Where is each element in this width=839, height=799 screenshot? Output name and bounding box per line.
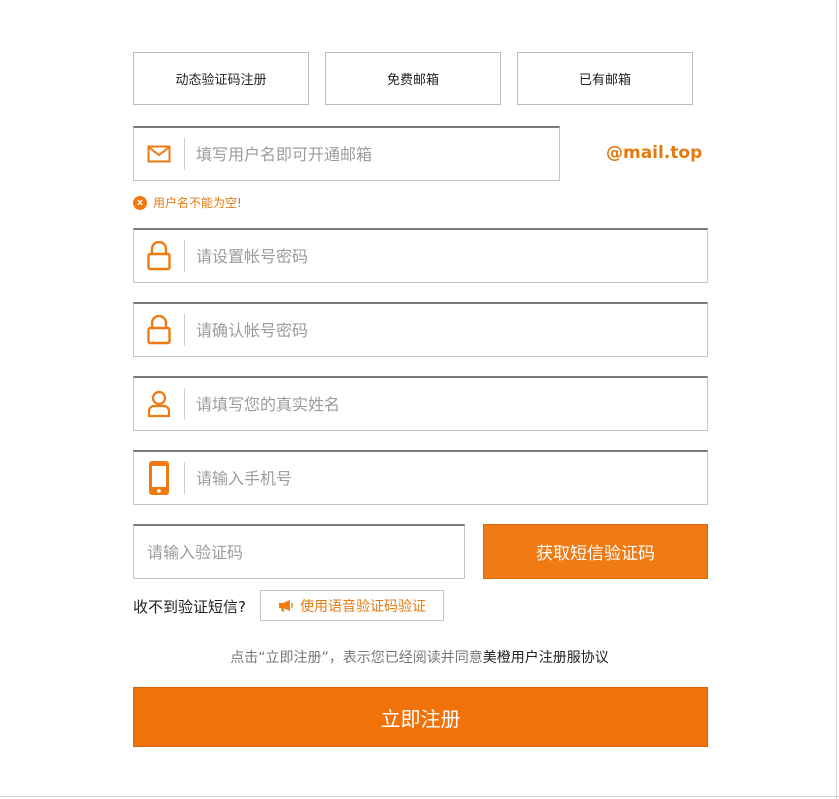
username-error: x 用户名不能为空! xyxy=(133,194,242,211)
confirm-password-field xyxy=(133,302,708,357)
agreement-prefix: 点击“立即注册”，表示您已经阅读并同意 xyxy=(230,650,483,666)
agreement-text: 点击“立即注册”，表示您已经阅读并同意美橙用户注册服协议 xyxy=(0,647,839,667)
phone-field xyxy=(133,450,708,505)
page-edge-bottom xyxy=(0,796,839,797)
mail-icon xyxy=(134,128,184,180)
tab-existing-mailbox[interactable]: 已有邮箱 xyxy=(517,52,693,105)
real-name-field xyxy=(133,376,708,431)
phone-icon xyxy=(134,452,184,504)
no-sms-label: 收不到验证短信? xyxy=(133,598,246,616)
domain-suffix: @mail.top xyxy=(606,143,703,163)
phone-input[interactable] xyxy=(185,452,707,504)
error-message: 用户名不能为空! xyxy=(153,196,242,210)
agreement-link[interactable]: 美橙用户注册服协议 xyxy=(483,650,609,666)
voice-code-label: 使用语音验证码验证 xyxy=(300,598,426,615)
tab-sms-register[interactable]: 动态验证码注册 xyxy=(133,52,309,105)
confirm-password-input[interactable] xyxy=(185,304,707,356)
page-edge-right xyxy=(836,0,837,799)
real-name-input[interactable] xyxy=(185,378,707,430)
user-icon xyxy=(134,378,184,430)
lock-icon xyxy=(134,304,184,356)
password-field xyxy=(133,228,708,283)
sms-code-input[interactable] xyxy=(134,526,464,578)
voice-code-button[interactable]: 使用语音验证码验证 xyxy=(260,590,444,621)
tab-free-mailbox[interactable]: 免费邮箱 xyxy=(325,52,501,105)
sms-code-field xyxy=(133,524,465,579)
username-field xyxy=(133,126,560,181)
error-icon: x xyxy=(133,195,147,210)
get-sms-code-button[interactable]: 获取短信验证码 xyxy=(483,524,708,579)
register-button[interactable]: 立即注册 xyxy=(133,687,708,747)
password-input[interactable] xyxy=(185,230,707,282)
megaphone-icon xyxy=(279,600,293,612)
lock-icon xyxy=(134,230,184,282)
username-input[interactable] xyxy=(185,128,559,180)
